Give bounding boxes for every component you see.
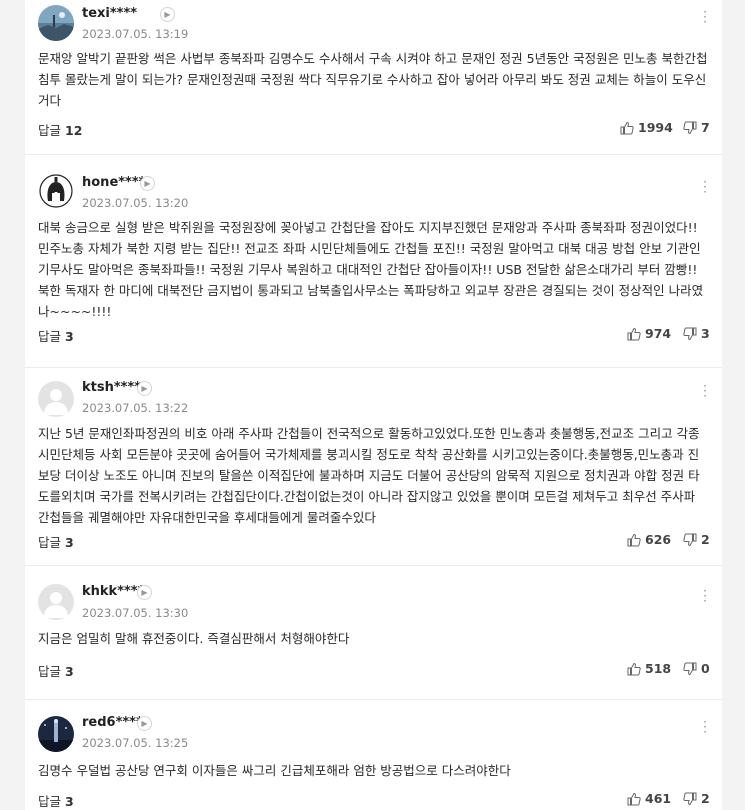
dislike-button[interactable]: 2: [683, 791, 710, 806]
chevron-right-icon[interactable]: ▶: [140, 176, 155, 191]
chevron-right-icon[interactable]: ▶: [160, 7, 175, 22]
comment-date: 2023.07.05. 13:22: [82, 401, 189, 415]
dislike-button[interactable]: 3: [683, 326, 710, 341]
more-options-icon[interactable]: · · ·: [700, 6, 710, 28]
comment-date: 2023.07.05. 13:19: [82, 27, 189, 41]
night-tower-icon: [38, 716, 74, 752]
nickname[interactable]: red6****: [82, 715, 143, 730]
thumbs-down-icon: [683, 662, 697, 675]
reply-button[interactable]: 답글 12: [38, 120, 82, 139]
dislike-count: 3: [701, 326, 710, 341]
nickname[interactable]: texi****: [82, 6, 137, 21]
dislike-button[interactable]: 0: [683, 661, 710, 676]
dislike-count: 2: [701, 791, 710, 806]
dislike-button[interactable]: 2: [683, 532, 710, 547]
chevron-right-icon[interactable]: ▶: [137, 381, 152, 396]
reply-label: 답글: [38, 664, 62, 679]
comment-text: 대북 송금으로 실형 받은 박쥐원을 국정원장에 꽂아넣고 간첩단을 잡아도 지…: [38, 220, 704, 319]
reply-label: 답글: [38, 535, 62, 550]
reply-label: 답글: [38, 329, 62, 344]
thumbs-down-icon: [683, 121, 697, 134]
nickname[interactable]: ktsh****: [82, 380, 141, 395]
chevron-right-icon[interactable]: ▶: [137, 585, 152, 600]
avatar[interactable]: [38, 173, 74, 209]
thumbs-up-icon: [627, 533, 641, 546]
like-button[interactable]: 974: [627, 326, 671, 341]
chevron-right-icon[interactable]: ▶: [137, 716, 152, 731]
reply-count: 3: [65, 794, 74, 809]
like-count: 1994: [638, 120, 673, 135]
reply-count: 3: [65, 664, 74, 679]
comment-item: texi**** ▶ 2023.07.05. 13:19 · · · 문재앙 알박기…: [25, 0, 722, 155]
like-count: 461: [645, 791, 672, 806]
reply-button[interactable]: 답글 3: [38, 326, 74, 345]
avatar[interactable]: [38, 716, 74, 752]
reply-count: 3: [65, 535, 74, 550]
default-user-icon: [38, 584, 74, 620]
avatar[interactable]: [38, 584, 74, 620]
default-user-icon: [38, 381, 74, 417]
like-button[interactable]: 1994: [620, 120, 673, 135]
spartan-helmet-icon: [38, 173, 74, 209]
comment-text: 지난 5년 문재인좌파정권의 비호 아래 주사파 간첩들이 전국적으로 활동하고…: [38, 426, 700, 525]
nickname[interactable]: hone****: [82, 175, 145, 190]
thumbs-up-icon: [620, 121, 634, 134]
avatar[interactable]: [38, 381, 74, 417]
like-button[interactable]: 518: [627, 661, 671, 676]
more-options-icon[interactable]: · · ·: [700, 585, 710, 607]
dislike-count: 0: [701, 661, 710, 676]
landscape-icon: [38, 5, 74, 41]
reply-button[interactable]: 답글 3: [38, 661, 74, 680]
more-options-icon[interactable]: · · ·: [700, 716, 710, 738]
dislike-button[interactable]: 7: [683, 120, 710, 135]
reply-button[interactable]: 답글 3: [38, 532, 74, 551]
comment-date: 2023.07.05. 13:30: [82, 606, 189, 620]
comment-item: ktsh**** ▶ 2023.07.05. 13:22 · · · 지난 5년 문…: [25, 368, 722, 566]
thumbs-up-icon: [627, 662, 641, 675]
more-options-icon[interactable]: · · ·: [700, 380, 710, 402]
reply-button[interactable]: 답글 3: [38, 791, 74, 810]
thumbs-down-icon: [683, 327, 697, 340]
comment-item: khkk**** ▶ 2023.07.05. 13:30 · · · 지금은 엄밀히…: [25, 566, 722, 700]
comment-item: red6**** ▶ 2023.07.05. 13:25 · · · 김명수 우덜법…: [25, 700, 722, 810]
comment-list: texi**** ▶ 2023.07.05. 13:19 · · · 문재앙 알박기…: [25, 0, 722, 810]
comment-text: 문재앙 알박기 끝판왕 썩은 사법부 종북좌파 김명수도 수사해서 구속 시켜야…: [38, 51, 708, 108]
like-count: 626: [645, 532, 672, 547]
reply-count: 3: [65, 329, 74, 344]
comment-item: hone**** ▶ 2023.07.05. 13:20 · · · 대북 송금으로…: [25, 155, 722, 368]
dislike-count: 7: [701, 120, 710, 135]
thumbs-up-icon: [627, 327, 641, 340]
reply-label: 답글: [38, 123, 62, 138]
thumbs-up-icon: [627, 792, 641, 805]
thumbs-down-icon: [683, 792, 697, 805]
thumbs-down-icon: [683, 533, 697, 546]
comment-text: 김명수 우덜법 공산당 연구회 이자들은 싸그리 긴급체포해라 엄한 방공법으로…: [38, 763, 511, 778]
like-button[interactable]: 626: [627, 532, 671, 547]
like-button[interactable]: 461: [627, 791, 671, 806]
avatar[interactable]: [38, 5, 74, 41]
more-options-icon[interactable]: · · ·: [700, 176, 710, 198]
comment-date: 2023.07.05. 13:25: [82, 736, 189, 750]
like-count: 974: [645, 326, 672, 341]
reply-label: 답글: [38, 794, 62, 809]
like-count: 518: [645, 661, 672, 676]
nickname[interactable]: khkk****: [82, 584, 144, 599]
comment-text: 지금은 엄밀히 말해 휴전중이다. 즉결심판해서 처형해야한다: [38, 631, 350, 646]
dislike-count: 2: [701, 532, 710, 547]
comment-date: 2023.07.05. 13:20: [82, 196, 189, 210]
reply-count: 12: [65, 123, 83, 138]
